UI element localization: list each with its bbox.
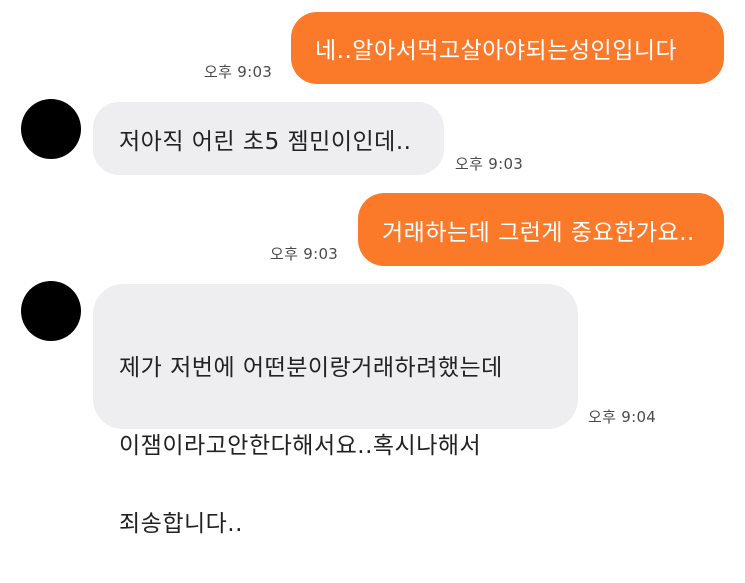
message-timestamp: 오후 9:04 (588, 408, 657, 426)
message-line: 죄송합니다.. (119, 511, 243, 537)
message-timestamp: 오후 9:03 (204, 63, 273, 81)
message-text: 거래하는데 그런게 중요한가요.. (382, 219, 695, 246)
avatar[interactable] (21, 281, 81, 341)
chat-conversation: 네..알아서먹고살아야되는성인입니다 오후 9:03 저아직 어린 초5 젬민이… (0, 0, 745, 537)
message-line: 이잼이라고안한다해서요..혹시나해서 (119, 433, 482, 459)
message-timestamp: 오후 9:03 (455, 155, 524, 173)
avatar[interactable] (21, 99, 81, 159)
message-text: 저아직 어린 초5 젬민이인데.. (119, 128, 412, 155)
incoming-message-bubble[interactable]: 제가 저번에 어떤분이랑거래하려했는데 이잼이라고안한다해서요..혹시나해서 죄… (93, 284, 578, 537)
outgoing-message-bubble[interactable]: 네..알아서먹고살아야되는성인입니다 (291, 12, 724, 84)
message-line: 제가 저번에 어떤분이랑거래하려했는데 (119, 355, 503, 381)
outgoing-message-bubble[interactable]: 거래하는데 그런게 중요한가요.. (358, 193, 724, 266)
message-text: 네..알아서먹고살아야되는성인입니다 (315, 38, 678, 64)
message-text: 제가 저번에 어떤분이랑거래하려했는데 이잼이라고안한다해서요..혹시나해서 죄… (119, 310, 503, 583)
incoming-message-bubble[interactable]: 저아직 어린 초5 젬민이인데.. (93, 102, 444, 175)
message-timestamp: 오후 9:03 (270, 245, 339, 263)
